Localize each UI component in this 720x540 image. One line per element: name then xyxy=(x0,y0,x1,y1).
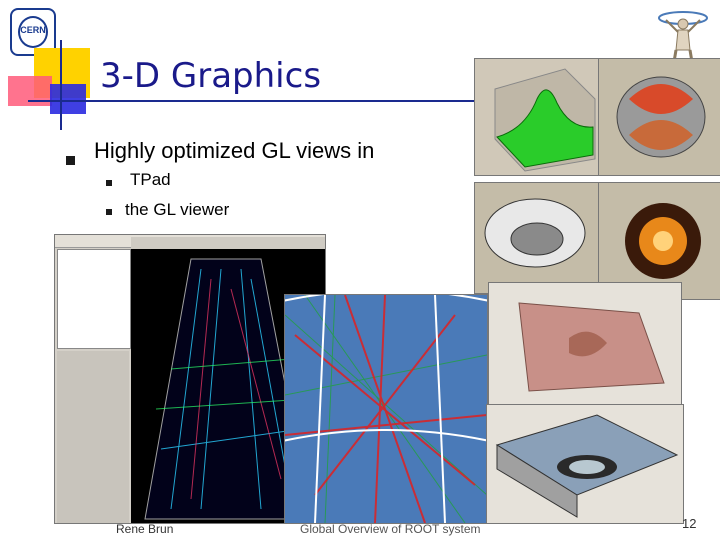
logo-text: CERN xyxy=(20,25,46,35)
viewer-tabbar xyxy=(131,237,325,249)
bullet-main: Highly optimized GL views in xyxy=(94,138,375,163)
plot-toroid-surface xyxy=(598,58,720,176)
slide-title: 3-D Graphics xyxy=(100,56,322,96)
bullet-marker xyxy=(66,156,75,165)
plot-mesh-surface xyxy=(486,404,684,524)
viewer-properties xyxy=(57,351,129,523)
footer-center-text: Global Overview of ROOT system xyxy=(300,522,481,536)
decor-blue-block xyxy=(50,84,86,114)
plot-pink-surface xyxy=(488,282,682,406)
plot-green-surface xyxy=(474,58,602,176)
statue-icon xyxy=(658,11,708,62)
bullet-gl-viewer: the GL viewer xyxy=(125,200,230,219)
detector-event-display xyxy=(284,294,488,524)
bullet-tpad: TPad xyxy=(130,170,171,189)
viewer-tree xyxy=(57,249,131,349)
decor-vertical-line xyxy=(60,40,62,130)
sub-bullet-marker xyxy=(106,180,112,186)
footer-author: Rene Brun xyxy=(116,522,174,536)
page-number: 12 xyxy=(682,516,697,531)
plot-gray-surface xyxy=(474,182,602,294)
sub-bullet-marker xyxy=(106,209,112,215)
decor-horizontal-line xyxy=(28,100,488,102)
